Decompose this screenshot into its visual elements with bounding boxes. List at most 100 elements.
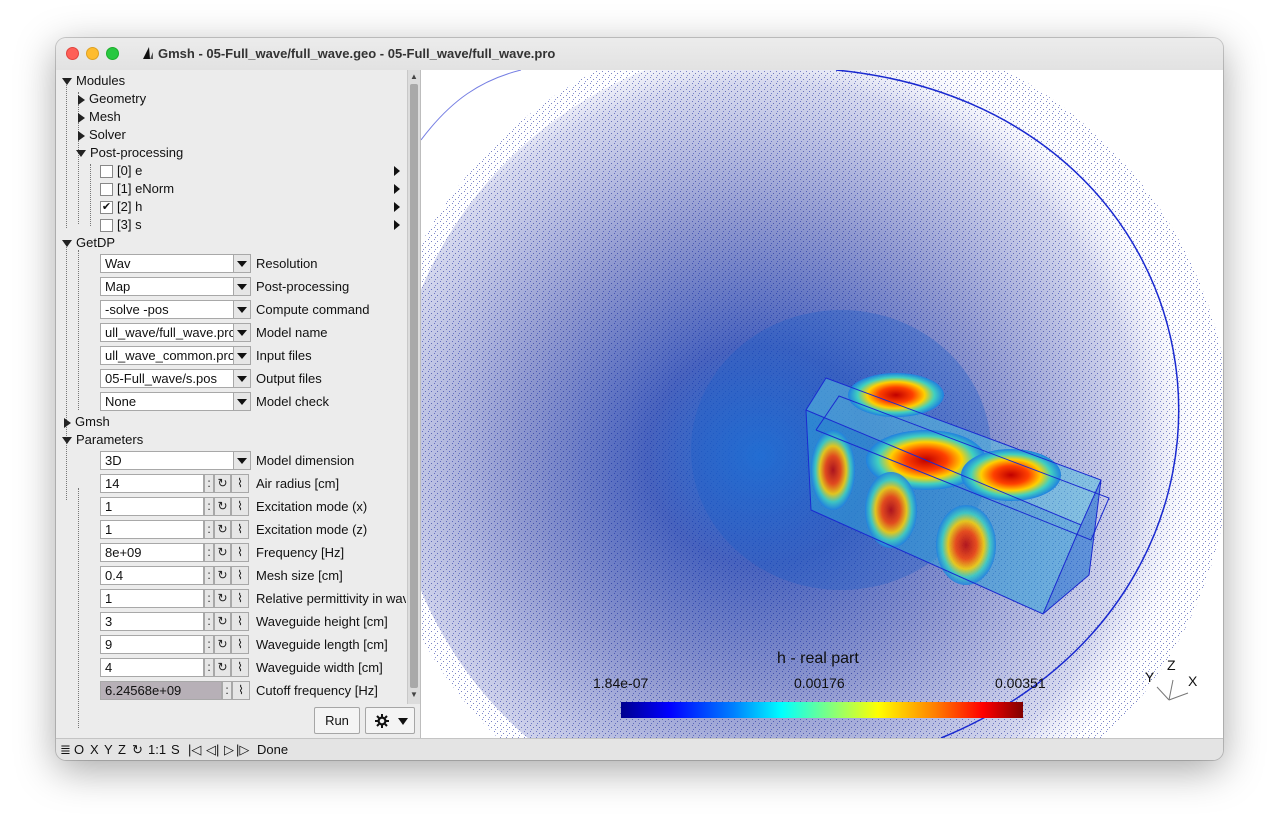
output-files-select[interactable]: 05-Full_wave/s.pos bbox=[100, 369, 250, 388]
chevron-down-icon[interactable] bbox=[233, 300, 251, 319]
range-separator-button[interactable]: : bbox=[204, 635, 214, 654]
chevron-down-icon[interactable] bbox=[233, 323, 251, 342]
minimize-window-button[interactable] bbox=[86, 47, 99, 60]
graph-icon[interactable]: ⌇ bbox=[231, 543, 249, 562]
range-separator-button[interactable]: : bbox=[204, 474, 214, 493]
screenshot-button[interactable]: S bbox=[171, 739, 180, 760]
excitation-mode-z-input[interactable]: 1 bbox=[100, 520, 204, 539]
scroll-thumb[interactable] bbox=[410, 84, 418, 688]
view-z-button[interactable]: Z bbox=[118, 739, 126, 760]
range-separator-button[interactable]: : bbox=[204, 497, 214, 516]
input-files-select[interactable]: ull_wave_common.pro bbox=[100, 346, 250, 365]
loop-icon[interactable]: ↻ bbox=[214, 543, 231, 562]
expand-triangle-icon[interactable] bbox=[78, 112, 85, 123]
range-separator-button[interactable]: : bbox=[204, 589, 214, 608]
tree-node-geometry[interactable]: Geometry bbox=[78, 90, 146, 108]
tree-node-getdp[interactable]: GetDP bbox=[62, 234, 115, 252]
range-separator-button[interactable]: : bbox=[204, 566, 214, 585]
frequency-input[interactable]: 8e+09 bbox=[100, 543, 204, 562]
play-icon[interactable]: ▷ bbox=[224, 739, 234, 760]
graph-icon[interactable]: ⌇ bbox=[232, 681, 250, 700]
collapse-triangle-icon[interactable] bbox=[62, 437, 72, 445]
range-separator-button[interactable]: : bbox=[204, 658, 214, 677]
graph-icon[interactable]: ⌇ bbox=[231, 635, 249, 654]
range-separator-button[interactable]: : bbox=[222, 681, 232, 700]
chevron-down-icon[interactable] bbox=[233, 254, 251, 273]
tree-node-solver[interactable]: Solver bbox=[78, 126, 126, 144]
collapse-triangle-icon[interactable] bbox=[62, 240, 72, 248]
model-dimension-select[interactable]: 3D bbox=[100, 451, 250, 470]
toggle-orthographic-button[interactable]: O bbox=[74, 739, 84, 760]
loop-icon[interactable]: ↻ bbox=[214, 497, 231, 516]
tree-node-gmsh[interactable]: Gmsh bbox=[64, 413, 110, 431]
relative-permittivity-input[interactable]: 1 bbox=[100, 589, 204, 608]
mesh-size-input[interactable]: 0.4 bbox=[100, 566, 204, 585]
tree-node-post-processing[interactable]: Post-processing bbox=[76, 144, 183, 162]
chevron-down-icon[interactable] bbox=[233, 451, 251, 470]
loop-icon[interactable]: ↻ bbox=[214, 566, 231, 585]
previous-step-icon[interactable]: ◁| bbox=[206, 739, 219, 760]
chevron-down-icon[interactable] bbox=[233, 392, 251, 411]
expand-triangle-icon[interactable] bbox=[64, 417, 71, 428]
view-visibility-checkbox[interactable]: ✔ bbox=[100, 201, 113, 215]
solver-options-button[interactable] bbox=[365, 707, 415, 734]
chevron-down-icon[interactable] bbox=[233, 369, 251, 388]
waveguide-height-input[interactable]: 3 bbox=[100, 612, 204, 631]
view-options-arrow-icon[interactable] bbox=[394, 184, 400, 194]
graph-icon[interactable]: ⌇ bbox=[231, 566, 249, 585]
graph-icon[interactable]: ⌇ bbox=[231, 658, 249, 677]
resolution-select[interactable]: Wav bbox=[100, 254, 250, 273]
view-visibility-checkbox[interactable] bbox=[100, 183, 113, 197]
loop-icon[interactable]: ↻ bbox=[214, 612, 231, 631]
tree-scrollbar[interactable]: ▲ ▼ bbox=[407, 70, 420, 704]
rotate-icon[interactable]: ↻ bbox=[132, 739, 143, 760]
chevron-down-icon[interactable] bbox=[233, 346, 251, 365]
view-visibility-checkbox[interactable] bbox=[100, 219, 113, 233]
tree-node-mesh[interactable]: Mesh bbox=[78, 108, 121, 126]
loop-icon[interactable]: ↻ bbox=[214, 589, 231, 608]
graphics-viewport[interactable]: h - real part 1.84e-07 0.00176 0.00351 Y… bbox=[421, 70, 1223, 738]
view-y-button[interactable]: Y bbox=[104, 739, 113, 760]
graph-icon[interactable]: ⌇ bbox=[231, 497, 249, 516]
scroll-up-arrow-icon[interactable]: ▲ bbox=[410, 72, 418, 82]
air-radius-input[interactable]: 14 bbox=[100, 474, 204, 493]
view-options-arrow-icon[interactable] bbox=[394, 166, 400, 176]
scroll-down-arrow-icon[interactable]: ▼ bbox=[410, 690, 418, 700]
loop-icon[interactable]: ↻ bbox=[214, 474, 231, 493]
view-item-3[interactable]: [3] s bbox=[100, 216, 142, 234]
zoom-window-button[interactable] bbox=[106, 47, 119, 60]
menu-toggle-icon[interactable]: ≣ bbox=[60, 739, 71, 760]
graph-icon[interactable]: ⌇ bbox=[231, 474, 249, 493]
tree-node-modules[interactable]: Modules bbox=[62, 72, 125, 90]
collapse-triangle-icon[interactable] bbox=[62, 78, 72, 86]
next-step-icon[interactable]: |▷ bbox=[236, 739, 249, 760]
model-check-select[interactable]: None bbox=[100, 392, 250, 411]
post-processing-select[interactable]: Map bbox=[100, 277, 250, 296]
waveguide-width-input[interactable]: 4 bbox=[100, 658, 204, 677]
first-step-icon[interactable]: |◁ bbox=[188, 739, 201, 760]
graph-icon[interactable]: ⌇ bbox=[231, 520, 249, 539]
collapse-triangle-icon[interactable] bbox=[76, 150, 86, 158]
compute-command-select[interactable]: -solve -pos bbox=[100, 300, 250, 319]
view-x-button[interactable]: X bbox=[90, 739, 99, 760]
run-button[interactable]: Run bbox=[314, 707, 360, 734]
tree-node-parameters[interactable]: Parameters bbox=[62, 431, 143, 449]
view-visibility-checkbox[interactable] bbox=[100, 165, 113, 179]
graph-icon[interactable]: ⌇ bbox=[231, 612, 249, 631]
chevron-down-icon[interactable] bbox=[233, 277, 251, 296]
view-options-arrow-icon[interactable] bbox=[394, 220, 400, 230]
close-window-button[interactable] bbox=[66, 47, 79, 60]
scale-one-to-one-button[interactable]: 1:1 bbox=[148, 739, 166, 760]
range-separator-button[interactable]: : bbox=[204, 543, 214, 562]
loop-icon[interactable]: ↻ bbox=[214, 520, 231, 539]
excitation-mode-x-input[interactable]: 1 bbox=[100, 497, 204, 516]
view-item-1[interactable]: [1] eNorm bbox=[100, 180, 174, 198]
waveguide-length-input[interactable]: 9 bbox=[100, 635, 204, 654]
view-item-0[interactable]: [0] e bbox=[100, 162, 142, 180]
model-name-select[interactable]: ull_wave/full_wave.pro bbox=[100, 323, 250, 342]
expand-triangle-icon[interactable] bbox=[78, 94, 85, 105]
view-item-2[interactable]: ✔ [2] h bbox=[100, 198, 142, 216]
expand-triangle-icon[interactable] bbox=[78, 130, 85, 141]
field-plot-canvas[interactable] bbox=[421, 70, 1223, 738]
range-separator-button[interactable]: : bbox=[204, 520, 214, 539]
